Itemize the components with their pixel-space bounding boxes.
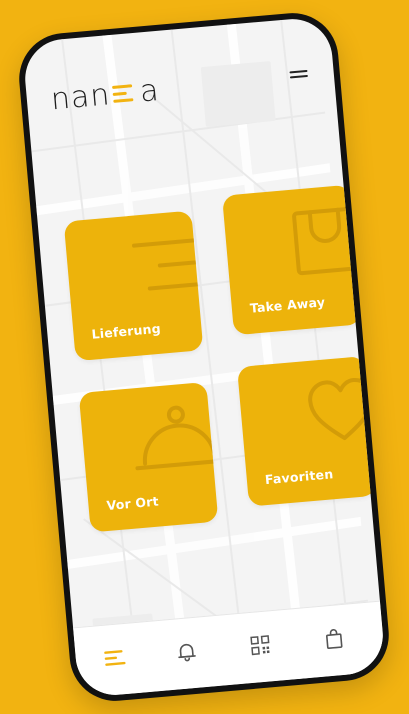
nav-cart[interactable] bbox=[318, 622, 351, 655]
nav-qr-scan[interactable] bbox=[244, 629, 277, 662]
logo-stripes-icon bbox=[112, 81, 138, 105]
menu-lines-icon bbox=[104, 650, 126, 666]
delivery-lines-icon bbox=[132, 237, 204, 291]
tile-favoriten[interactable]: Favoriten bbox=[237, 356, 377, 507]
tile-label-vor-ort: Vor Ort bbox=[105, 493, 160, 514]
tile-take-away[interactable]: Take Away bbox=[222, 184, 362, 336]
tile-lieferung[interactable]: Lieferung bbox=[63, 210, 204, 362]
nav-menu[interactable] bbox=[99, 642, 132, 675]
tile-vor-ort[interactable]: Vor Ort bbox=[78, 381, 219, 533]
cloche-icon bbox=[135, 405, 219, 471]
phone-screen: nan a Lieferung Take Away Vor Ort Favori… bbox=[21, 15, 387, 699]
shopping-bag-icon bbox=[292, 206, 361, 276]
logo-text-right: a bbox=[138, 72, 161, 109]
tile-label-favoriten: Favoriten bbox=[264, 466, 334, 488]
brand-logo[interactable]: nan a bbox=[49, 72, 161, 117]
app-stage: nan a Lieferung Take Away Vor Ort Favori… bbox=[0, 0, 409, 714]
heart-icon bbox=[308, 378, 375, 441]
nav-notifications[interactable] bbox=[170, 635, 203, 668]
shopping-bag-icon bbox=[326, 628, 343, 650]
hamburger-menu-icon[interactable] bbox=[289, 69, 308, 84]
tile-label-take-away: Take Away bbox=[249, 294, 326, 316]
logo-text-left: nan bbox=[49, 76, 112, 117]
tile-label-lieferung: Lieferung bbox=[90, 320, 162, 342]
qr-code-icon bbox=[250, 635, 270, 656]
bell-icon bbox=[178, 643, 196, 662]
phone-frame: nan a Lieferung Take Away Vor Ort Favori… bbox=[15, 9, 393, 705]
